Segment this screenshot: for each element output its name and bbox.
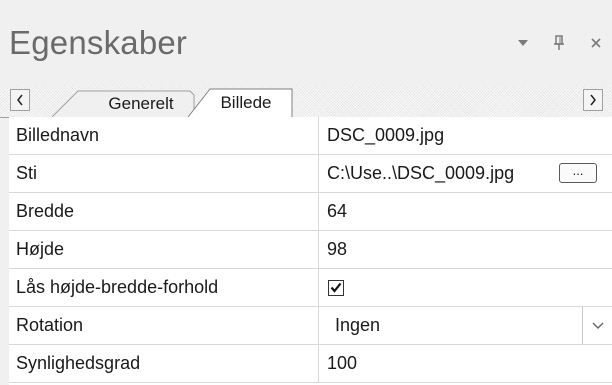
property-grid: Billednavn DSC_0009.jpg Sti C:\Use..\DSC… (9, 117, 612, 385)
chevron-left-icon (17, 94, 23, 106)
property-name: Rotation (9, 307, 319, 344)
lock-aspect-checkbox[interactable] (328, 279, 344, 296)
tab-scroll-left-button[interactable] (10, 89, 30, 111)
properties-panel: Egenskaber Generelt Billede Billednavn D… (0, 0, 612, 385)
pin-icon[interactable] (548, 33, 570, 53)
property-row-rotation: Rotation Ingen (9, 307, 612, 345)
property-row-las-forhold: Lås højde-bredde-forhold (9, 269, 612, 307)
panel-title-bar: Egenskaber (0, 0, 612, 85)
property-name: Højde (9, 231, 319, 268)
property-name: Lås højde-bredde-forhold (9, 269, 319, 306)
rotation-selected-value: Ingen (335, 315, 381, 335)
property-name: Sti (9, 155, 319, 192)
property-value[interactable]: 98 (319, 231, 612, 268)
property-value[interactable]: C:\Use..\DSC_0009.jpg (327, 163, 514, 184)
browse-button[interactable]: ... (559, 163, 597, 183)
close-icon[interactable] (585, 33, 607, 53)
tab-generelt[interactable]: Generelt (52, 90, 202, 117)
property-value[interactable]: 100 (319, 345, 612, 382)
property-row-bredde: Bredde 64 (9, 193, 612, 231)
property-name: Synlighedsgrad (9, 345, 319, 382)
tab-billede-label: Billede (220, 92, 272, 112)
property-value-container (319, 269, 612, 306)
property-value[interactable]: DSC_0009.jpg (319, 117, 612, 154)
property-row-synlighedsgrad: Synlighedsgrad 100 (9, 345, 612, 383)
dropdown-arrow-button[interactable] (582, 307, 612, 344)
triangle-down-icon[interactable] (512, 33, 534, 53)
property-name: Bredde (9, 193, 319, 230)
panel-title: Egenskaber (9, 24, 188, 61)
rotation-select[interactable]: Ingen (319, 307, 612, 344)
property-row-billednavn: Billednavn DSC_0009.jpg (9, 117, 612, 155)
chevron-right-icon (590, 94, 596, 106)
chevron-down-icon (592, 322, 603, 329)
checkmark-icon (330, 282, 342, 293)
property-name: Billednavn (9, 117, 319, 154)
tab-generelt-label: Generelt (108, 93, 174, 113)
property-value[interactable]: 64 (319, 193, 612, 230)
tab-strip: Generelt Billede (0, 85, 612, 118)
tab-scroll-right-button[interactable] (583, 89, 603, 111)
tab-billede[interactable]: Billede (188, 88, 294, 117)
property-value-container: C:\Use..\DSC_0009.jpg ... (319, 155, 612, 192)
property-row-hojde: Højde 98 (9, 231, 612, 269)
property-row-sti: Sti C:\Use..\DSC_0009.jpg ... (9, 155, 612, 193)
